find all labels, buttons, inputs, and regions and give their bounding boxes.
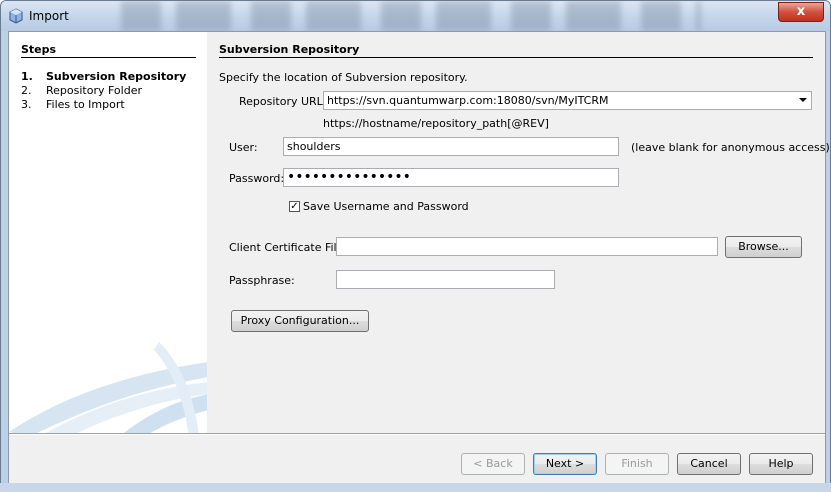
background-strip — [0, 483, 831, 492]
footer-divider-highlight — [9, 434, 825, 435]
browse-button[interactable]: Browse... — [725, 236, 802, 258]
background-blur — [121, 1, 701, 31]
password-value: ••••••••••••••• — [287, 169, 411, 185]
step-number: 3. — [21, 98, 32, 111]
help-button[interactable]: Help — [749, 453, 813, 475]
step-item: 1. Subversion Repository — [21, 70, 186, 83]
client-certificate-label: Client Certificate File: — [229, 241, 348, 254]
repository-url-combobox[interactable]: https://svn.quantumwarp.com:18080/svn/My… — [323, 91, 812, 110]
step-label: Subversion Repository — [46, 70, 187, 83]
main-panel: Subversion Repository Specify the locati… — [207, 32, 830, 433]
back-button[interactable]: < Back — [461, 453, 525, 475]
passphrase-field[interactable] — [336, 270, 555, 289]
password-field[interactable]: ••••••••••••••• — [283, 168, 619, 187]
cancel-button[interactable]: Cancel — [677, 453, 741, 475]
steps-heading: Steps — [21, 43, 57, 56]
close-button[interactable]: x — [778, 2, 824, 22]
steps-divider — [21, 57, 196, 58]
client-certificate-field[interactable] — [336, 237, 718, 256]
dialog-client-area: Steps 1. Subversion Repository 2. Reposito… — [8, 31, 830, 485]
save-credentials-label[interactable]: Save Username and Password — [303, 200, 469, 213]
instruction-text: Specify the location of Subversion repos… — [219, 71, 468, 84]
repository-url-label: Repository URL: — [239, 95, 327, 108]
section-divider — [219, 57, 813, 58]
steps-panel: Steps 1. Subversion Repository 2. Reposito… — [9, 32, 207, 433]
decorative-swoosh-graphic — [9, 342, 207, 433]
repository-url-value: https://svn.quantumwarp.com:18080/svn/My… — [327, 94, 609, 107]
user-value: shoulders — [287, 140, 341, 153]
save-credentials-checkbox[interactable]: ✓ — [289, 201, 300, 212]
repository-url-hint: https://hostname/repository_path[@REV] — [323, 117, 549, 130]
dropdown-arrow-icon[interactable] — [799, 98, 807, 102]
proxy-configuration-button[interactable]: Proxy Configuration... — [231, 310, 369, 332]
step-number: 1. — [21, 70, 33, 83]
user-label: User: — [229, 141, 258, 154]
section-heading: Subversion Repository — [219, 43, 360, 56]
step-item: 2. Repository Folder — [21, 84, 142, 97]
next-button[interactable]: Next > — [533, 453, 597, 475]
passphrase-label: Passphrase: — [229, 274, 295, 287]
title-bar[interactable]: Import x — [1, 1, 830, 31]
window-title: Import — [29, 9, 69, 23]
checkmark-icon: ✓ — [290, 201, 299, 212]
step-label: Files to Import — [46, 98, 125, 111]
step-item: 3. Files to Import — [21, 98, 125, 111]
password-label: Password: — [229, 172, 285, 185]
step-number: 2. — [21, 84, 32, 97]
user-hint: (leave blank for anonymous access) — [631, 141, 830, 154]
close-icon: x — [796, 4, 806, 19]
import-dialog: Import x Steps 1. Subversion Repository 2… — [0, 0, 831, 492]
user-field[interactable]: shoulders — [283, 137, 619, 156]
netbeans-cube-icon — [9, 8, 23, 24]
finish-button[interactable]: Finish — [605, 453, 669, 475]
step-label: Repository Folder — [46, 84, 142, 97]
